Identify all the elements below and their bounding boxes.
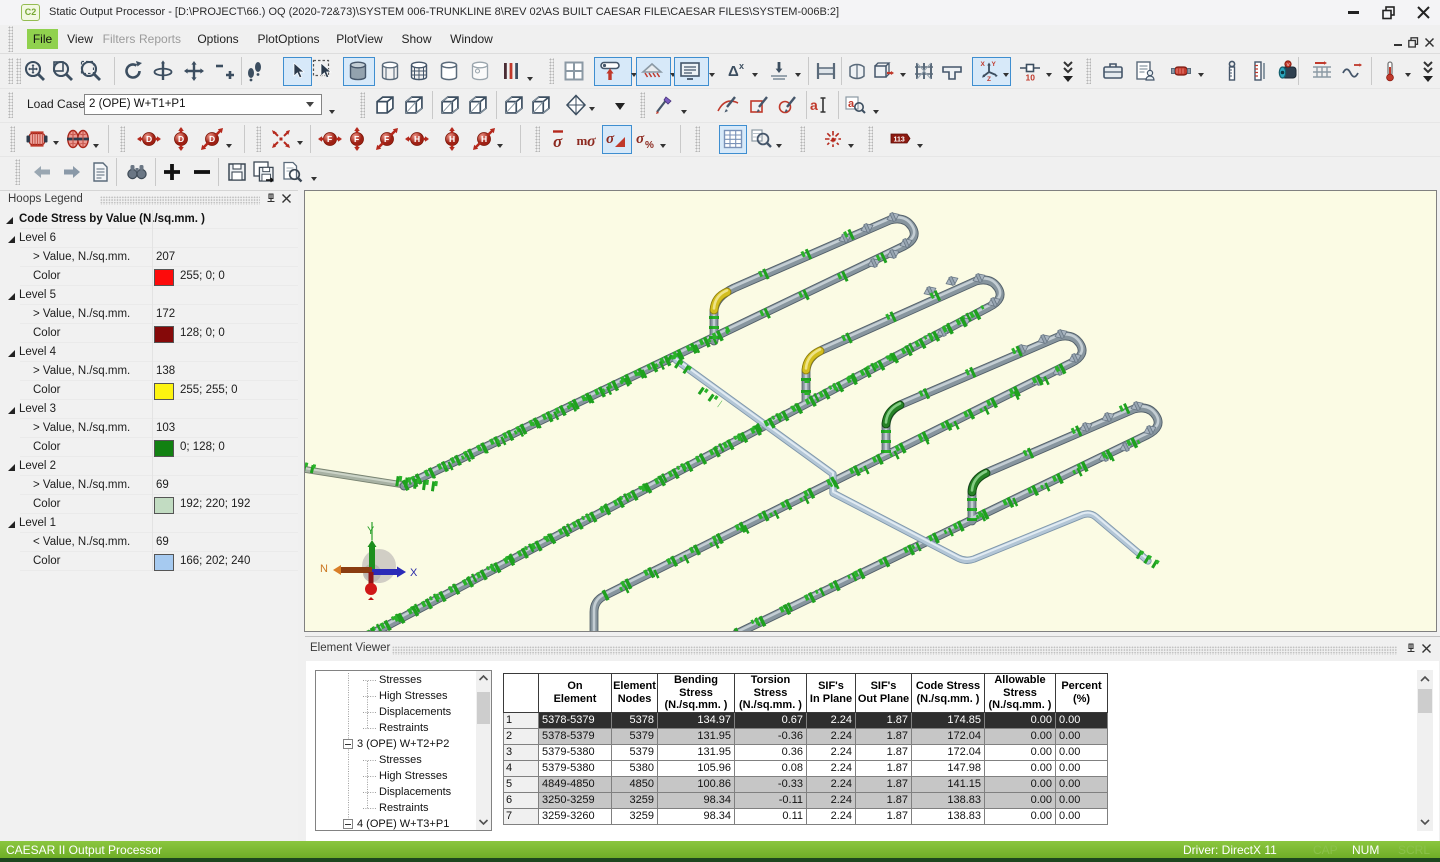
svg-text:V: V [1287, 62, 1290, 67]
svg-text:H: H [481, 134, 487, 144]
svg-text:Δ: Δ [728, 63, 739, 80]
svg-text:σ: σ [553, 132, 563, 151]
svg-text:10: 10 [1026, 73, 1036, 83]
svg-text:D: D [146, 134, 152, 144]
svg-text:σ: σ [606, 131, 615, 147]
svg-text:D: D [209, 134, 215, 144]
svg-text:H: H [414, 134, 420, 144]
svg-text:σ: σ [587, 133, 596, 150]
svg-text:113: 113 [894, 137, 905, 144]
svg-text:a: a [848, 98, 855, 110]
svg-text:Y: Y [992, 61, 997, 68]
svg-text:D: D [178, 134, 184, 144]
svg-text:F: F [384, 134, 389, 144]
svg-text:H: H [449, 134, 455, 144]
svg-text:N: N [320, 563, 328, 575]
svg-text:m: m [577, 133, 588, 148]
svg-text:σ: σ [636, 131, 645, 147]
svg-text:x: x [739, 61, 744, 71]
svg-text:Z: Z [987, 76, 991, 83]
svg-text:X: X [981, 61, 986, 68]
svg-text:X: X [410, 567, 418, 579]
svg-text:%: % [645, 140, 654, 151]
svg-text:F: F [354, 134, 359, 144]
svg-text:a: a [810, 97, 818, 113]
svg-text:F: F [327, 134, 332, 144]
svg-text:Y: Y [367, 525, 375, 537]
